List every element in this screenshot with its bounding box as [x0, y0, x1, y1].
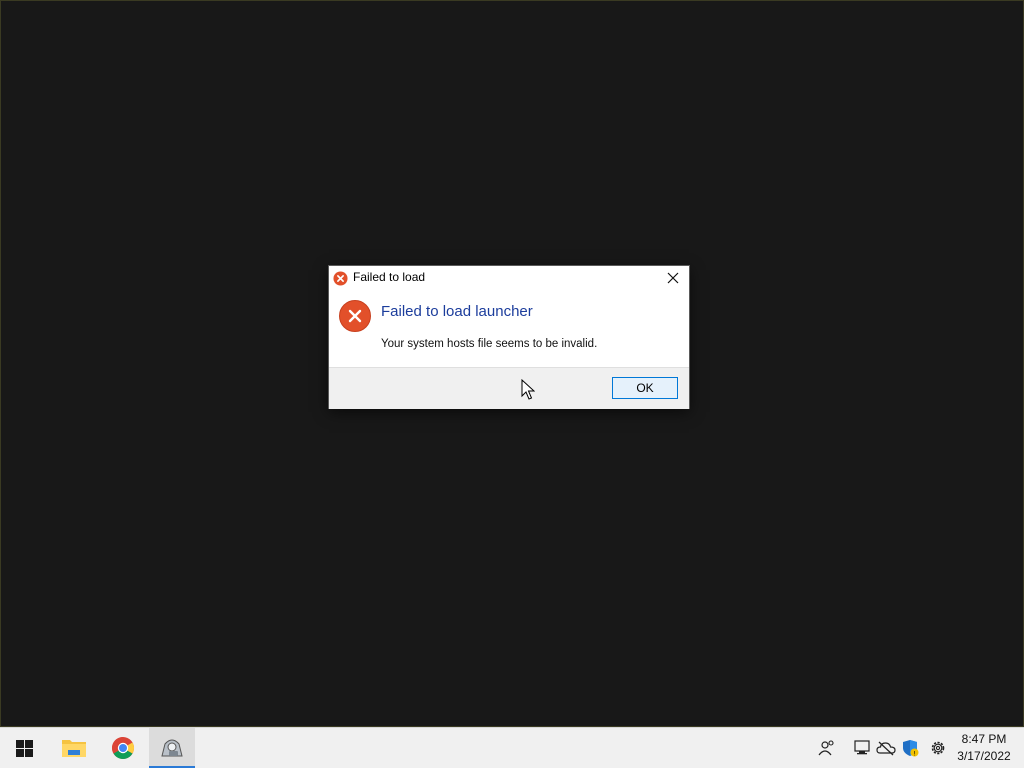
start-button[interactable]	[1, 728, 47, 768]
tray-defender[interactable]: !	[900, 738, 920, 758]
dialog-titlebar[interactable]: Failed to load	[329, 266, 689, 290]
tray-onedrive[interactable]	[876, 738, 896, 758]
file-explorer-icon	[62, 740, 86, 757]
error-large-icon	[339, 300, 371, 332]
main-instruction: Failed to load launcher	[381, 303, 533, 320]
svg-text:!: !	[913, 750, 915, 757]
clock-date: 3/17/2022	[957, 749, 1011, 763]
taskbar-chrome[interactable]	[100, 728, 146, 768]
onedrive-offline-icon	[876, 741, 896, 756]
tray-people[interactable]	[817, 738, 837, 758]
tray-network[interactable]	[852, 738, 872, 758]
error-dialog: Failed to load Failed to load launcher Y…	[329, 266, 689, 409]
clock-time: 8:47 PM	[961, 732, 1007, 746]
defender-shield-icon: !	[903, 740, 919, 757]
people-icon	[818, 740, 834, 756]
taskbar: ! 8:47 PM 3/17/2022	[0, 727, 1024, 768]
network-icon	[854, 740, 870, 755]
dialog-footer: OK	[329, 367, 689, 409]
close-icon	[667, 272, 679, 284]
tray-settings[interactable]	[928, 738, 948, 758]
settings-gear-icon	[931, 741, 945, 755]
chrome-icon	[112, 737, 134, 759]
error-icon	[333, 271, 348, 286]
ok-button[interactable]: OK	[612, 377, 678, 399]
taskbar-launcher[interactable]	[149, 728, 195, 768]
dialog-message: Your system hosts file seems to be inval…	[381, 338, 598, 350]
launcher-app-icon	[161, 739, 183, 757]
mouse-cursor-icon	[521, 379, 535, 400]
windows-start-icon	[15, 739, 33, 757]
taskbar-file-explorer[interactable]	[51, 728, 97, 768]
close-button[interactable]	[657, 266, 689, 290]
system-clock[interactable]: 8:47 PM 3/17/2022	[954, 731, 1014, 765]
dialog-title: Failed to load	[353, 270, 426, 284]
